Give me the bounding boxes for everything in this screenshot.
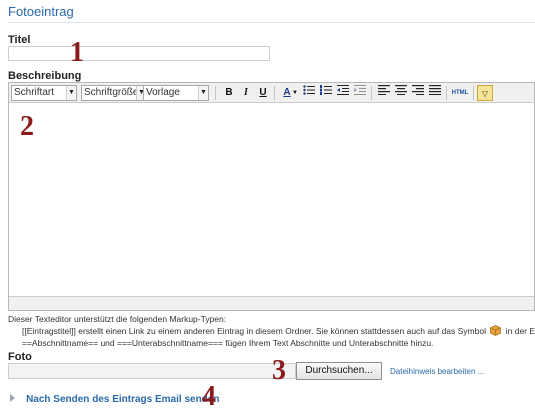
font-size-select[interactable]: Schriftgröße ▼ — [81, 85, 147, 101]
chevron-down-icon: ▼ — [198, 86, 208, 100]
align-center-icon[interactable] — [393, 85, 409, 101]
editor-toolbar: Schriftart ▼ Schriftgröße ▼ Vorlage ▼ B … — [9, 83, 534, 103]
marker-3: 3 — [272, 355, 286, 386]
align-left-icon[interactable] — [376, 85, 392, 101]
align-right-icon[interactable] — [410, 85, 426, 101]
numbered-list-icon[interactable] — [318, 85, 334, 101]
chevron-down-icon[interactable]: ▼ — [291, 85, 299, 101]
toolbar-separator — [274, 86, 275, 100]
font-size-select-value: Schriftgröße — [84, 87, 139, 98]
browse-button[interactable]: Durchsuchen... — [296, 362, 382, 380]
title-label: Titel — [8, 34, 31, 46]
marker-2: 2 — [20, 111, 34, 142]
send-email-label: Nach Senden des Eintrags Email senden — [26, 394, 220, 405]
markup-help-text: [[Eintragstitel]] erstellt einen Link zu… — [22, 326, 486, 336]
font-family-select-value: Schriftart — [14, 87, 55, 98]
title-input[interactable] — [8, 46, 270, 61]
style-select-value: Vorlage — [146, 87, 180, 98]
photo-entry-form: Fotoeintrag Titel 1 Beschreibung Schrift… — [0, 0, 535, 414]
align-justify-icon[interactable] — [427, 85, 443, 101]
indent-icon[interactable] — [352, 85, 368, 101]
title-divider — [8, 22, 535, 23]
chevron-down-icon: ▼ — [66, 86, 76, 100]
markup-help-line: ==Abschnittname== und ===Unterabschnittn… — [22, 338, 434, 348]
toolbar-separator — [215, 86, 216, 100]
editor-status-bar — [9, 296, 534, 310]
send-email-expander[interactable]: Nach Senden des Eintrags Email senden — [10, 393, 219, 405]
photo-file-path-field[interactable] — [8, 363, 296, 379]
html-source-icon[interactable]: HTML — [450, 85, 470, 101]
markup-help-line: [[Eintragstitel]] erstellt einen Link zu… — [22, 325, 535, 336]
underline-icon[interactable]: U — [255, 85, 271, 101]
marker-1: 1 — [70, 37, 84, 68]
italic-icon[interactable]: I — [238, 85, 254, 101]
photo-label: Foto — [8, 351, 32, 363]
markup-help-text: in der Editor — [505, 326, 535, 336]
chevron-right-icon — [10, 394, 15, 402]
style-select[interactable]: Vorlage ▼ — [143, 85, 209, 101]
marker-4: 4 — [202, 381, 216, 412]
page-title: Fotoeintrag — [8, 4, 74, 19]
rich-text-editor: Schriftart ▼ Schriftgröße ▼ Vorlage ▼ B … — [8, 82, 535, 311]
bullet-list-icon[interactable] — [301, 85, 317, 101]
toolbar-separator — [473, 86, 474, 100]
outdent-icon[interactable] — [335, 85, 351, 101]
bold-icon[interactable]: B — [221, 85, 237, 101]
toolbar-separator — [446, 86, 447, 100]
markup-help-intro: Dieser Texteditor unterstützt die folgen… — [8, 314, 227, 324]
font-family-select[interactable]: Schriftart ▼ — [11, 85, 77, 101]
editor-content-area[interactable] — [9, 104, 534, 297]
edit-file-hint-link[interactable]: Dateihinweis bearbeiten ... — [390, 367, 484, 376]
toolbar-separator — [371, 86, 372, 100]
package-icon — [490, 325, 502, 336]
description-label: Beschreibung — [8, 70, 82, 82]
toggle-toolbar-icon[interactable]: ▽ — [477, 85, 493, 101]
